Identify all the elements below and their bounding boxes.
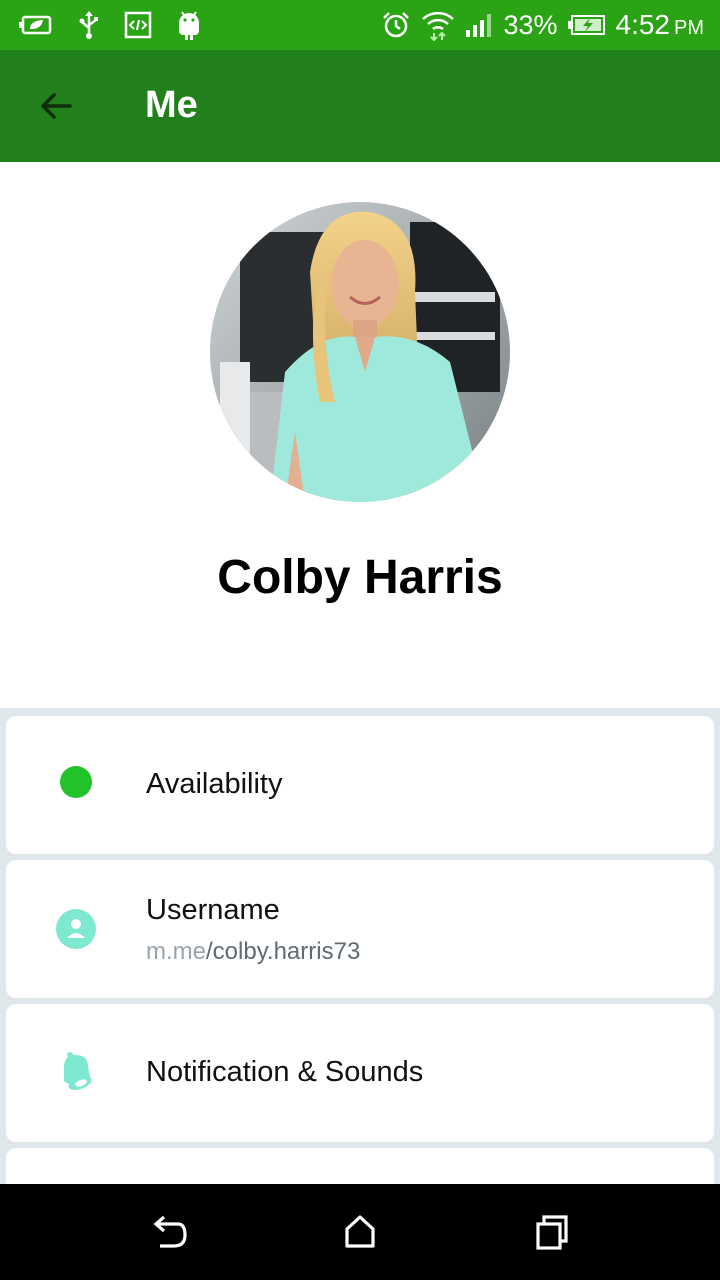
wifi-icon [421,9,455,41]
nav-back-button[interactable] [146,1210,190,1254]
arrow-left-icon [41,93,72,119]
nav-recents-button[interactable] [530,1210,574,1254]
developer-mode-icon [124,11,152,39]
clock-time: 4:52 [615,9,671,40]
settings-list: Availability Username m.me/colby.harris7… [0,708,720,1184]
battery-percent: 33% [503,9,558,40]
settings-item-availability[interactable]: Availability [6,716,714,854]
signal-icon [465,12,493,38]
username-handle: /colby.harris73 [206,938,361,965]
settings-item-notifications[interactable]: Notification & Sounds [6,1004,714,1142]
profile-header: Colby Harris [0,162,720,708]
settings-item-label: Availability [146,768,283,800]
bell-icon [56,1052,96,1092]
battery-charging-icon [567,14,606,36]
settings-item-label: Username [146,894,280,926]
page-title: Me [145,84,198,126]
settings-item-partial[interactable] [6,1148,714,1184]
status-right-icons: 33% 4:52 PM [381,6,704,44]
app-bar: Me [0,50,720,162]
recents-icon [536,1215,568,1250]
usb-icon [78,10,100,40]
clock-suffix: PM [674,17,704,39]
availability-dot-icon [60,766,92,798]
navigation-bar [0,1184,720,1280]
avatar[interactable] [210,202,510,502]
profile-name: Colby Harris [217,551,503,604]
status-bar: 33% 4:52 PM [0,0,720,50]
settings-item-username[interactable]: Username m.me/colby.harris73 [6,860,714,998]
battery-saver-icon [18,13,54,37]
clock: 4:52 PM [616,9,705,41]
username-value: m.me/colby.harris73 [146,938,360,966]
back-button[interactable] [30,80,82,132]
profile-photo [210,202,510,502]
android-icon [176,9,202,41]
settings-item-label: Notification & Sounds [146,1056,424,1088]
username-prefix: m.me [146,938,206,965]
status-left-icons [18,8,202,42]
home-icon [345,1215,375,1248]
person-icon [56,909,96,949]
alarm-icon [381,10,411,40]
nav-home-button[interactable] [338,1210,382,1254]
back-icon [153,1215,187,1248]
